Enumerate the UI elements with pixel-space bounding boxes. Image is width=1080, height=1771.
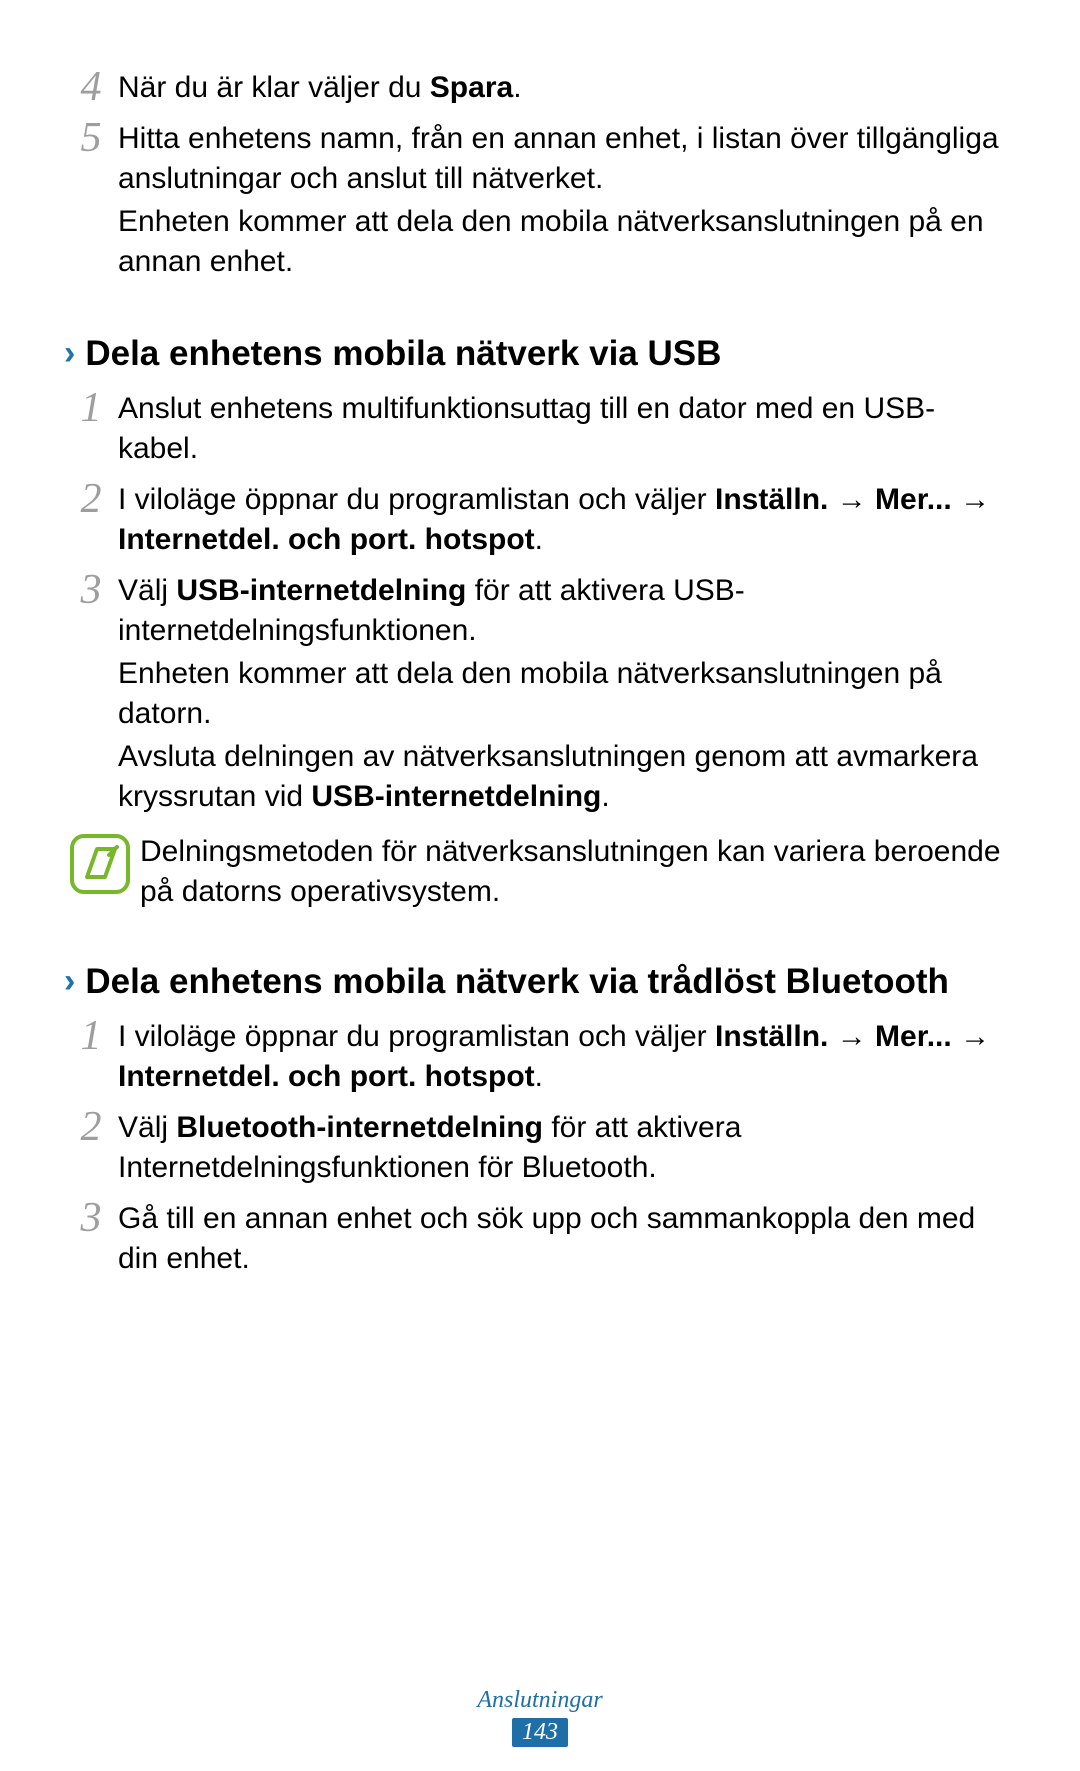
arrow-icon: → (952, 483, 990, 516)
text-bold: Internetdel. och port. hotspot (118, 523, 535, 556)
page-content: 4 När du är klar väljer du Spara. 5 Hitt… (0, 0, 1080, 1282)
text-span: Välj (118, 1111, 176, 1144)
text-paragraph: Gå till en annan enhet och sök upp och s… (118, 1199, 1010, 1280)
step-text: Välj Bluetooth-internetdelning för att a… (112, 1108, 1010, 1191)
step-number: 2 (70, 1106, 112, 1191)
footer-page-number: 143 (512, 1718, 568, 1747)
text-span: . (513, 71, 521, 104)
bt-step-1: 1 I viloläge öppnar du programlistan och… (70, 1017, 1010, 1100)
text-bold: Inställn. (715, 1020, 828, 1053)
text-span: Välj (118, 574, 176, 607)
note-icon (70, 834, 130, 894)
arrow-icon: → (828, 483, 875, 516)
text-bold: Mer... (875, 483, 952, 516)
note-block: Delningsmetoden för nätverksanslutningen… (70, 832, 1010, 913)
text-span: I viloläge öppnar du programlistan och v… (118, 483, 715, 516)
text-span: I viloläge öppnar du programlistan och v… (118, 1020, 715, 1053)
text-bold: Inställn. (715, 483, 828, 516)
section-heading-usb: › Dela enhetens mobila nätverk via USB (64, 333, 1010, 375)
bt-step-2: 2 Välj Bluetooth-internetdelning för att… (70, 1108, 1010, 1191)
chevron-right-icon: › (64, 961, 75, 1002)
usb-step-2: 2 I viloläge öppnar du programlistan och… (70, 480, 1010, 563)
text-bold: Internetdel. och port. hotspot (118, 1060, 535, 1093)
step-4: 4 När du är klar väljer du Spara. (70, 68, 1010, 111)
text-span: . (535, 523, 543, 556)
bt-step-3: 3 Gå till en annan enhet och sök upp och… (70, 1199, 1010, 1282)
step-text: Hitta enhetens namn, från en annan enhet… (112, 119, 1010, 285)
text-bold: Spara (430, 71, 513, 104)
step-text: I viloläge öppnar du programlistan och v… (112, 480, 1010, 563)
step-text: Välj USB-internetdelning för att aktiver… (112, 571, 1010, 820)
text-bold: Mer... (875, 1020, 952, 1053)
step-text: I viloläge öppnar du programlistan och v… (112, 1017, 1010, 1100)
chevron-right-icon: › (64, 333, 75, 374)
text-span: När du är klar väljer du (118, 71, 430, 104)
text-paragraph: Enheten kommer att dela den mobila nätve… (118, 654, 1010, 735)
text-bold: USB-internetdelning (176, 574, 466, 607)
step-number: 3 (70, 569, 112, 820)
step-number: 4 (70, 66, 112, 111)
section-heading-bt: › Dela enhetens mobila nätverk via trådl… (64, 961, 1010, 1003)
usb-step-1: 1 Anslut enhetens multifunktionsuttag ti… (70, 389, 1010, 472)
step-text: När du är klar väljer du Spara. (112, 68, 1010, 111)
text-paragraph: Anslut enhetens multifunktionsuttag till… (118, 389, 1010, 470)
text-paragraph: Hitta enhetens namn, från en annan enhet… (118, 119, 1010, 200)
text-paragraph: Enheten kommer att dela den mobila nätve… (118, 202, 1010, 283)
section-heading-text: Dela enhetens mobila nätverk via trådlös… (85, 961, 949, 1003)
arrow-icon: → (952, 1020, 990, 1053)
footer-category: Anslutningar (0, 1687, 1080, 1714)
text-span: . (601, 780, 609, 813)
note-text: Delningsmetoden för nätverksanslutningen… (140, 832, 1010, 913)
text-span: . (535, 1060, 543, 1093)
step-number: 5 (70, 117, 112, 285)
text-bold: Bluetooth-internetdelning (176, 1111, 543, 1144)
step-5: 5 Hitta enhetens namn, från en annan enh… (70, 119, 1010, 285)
arrow-icon: → (828, 1020, 875, 1053)
page-footer: Anslutningar 143 (0, 1687, 1080, 1747)
step-text: Gå till en annan enhet och sök upp och s… (112, 1199, 1010, 1282)
text-bold: USB-internetdelning (311, 780, 601, 813)
step-text: Anslut enhetens multifunktionsuttag till… (112, 389, 1010, 472)
step-number: 1 (70, 1015, 112, 1100)
section-heading-text: Dela enhetens mobila nätverk via USB (85, 333, 721, 375)
step-number: 1 (70, 387, 112, 472)
usb-step-3: 3 Välj USB-internetdelning för att aktiv… (70, 571, 1010, 820)
step-number: 3 (70, 1197, 112, 1282)
step-number: 2 (70, 478, 112, 563)
